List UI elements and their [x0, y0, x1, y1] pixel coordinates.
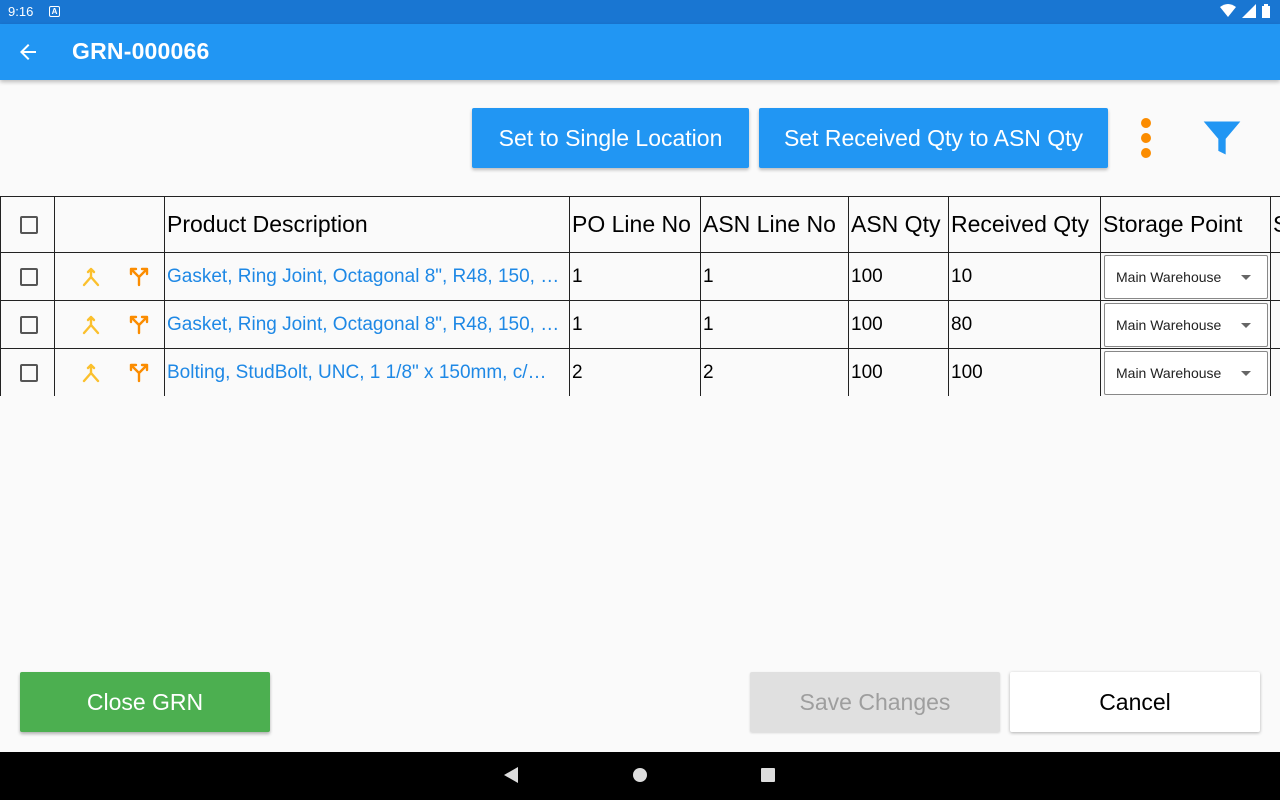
next-column-cell	[1270, 252, 1280, 301]
dropdown-arrow-icon	[1241, 370, 1251, 376]
received-qty[interactable]: 100	[948, 348, 1101, 396]
row-actions-cell	[54, 348, 165, 396]
merge-icon[interactable]	[79, 265, 103, 289]
row-checkbox[interactable]	[19, 315, 38, 334]
header-received-qty[interactable]: Received Qty	[948, 196, 1101, 253]
app-bar: GRN-000066	[0, 24, 1280, 80]
more-vert-icon[interactable]	[1132, 116, 1160, 160]
asn-line-no: 2	[700, 348, 849, 396]
page-title: GRN-000066	[72, 38, 210, 64]
close-grn-button[interactable]: Close GRN	[20, 672, 270, 732]
storage-point-dropdown[interactable]: Main Warehouse	[1104, 302, 1268, 347]
set-received-qty-button[interactable]: Set Received Qty to ASN Qty	[759, 108, 1108, 168]
table-header-row: Product Description PO Line No ASN Line …	[0, 196, 1280, 253]
dropdown-arrow-icon	[1241, 274, 1251, 280]
header-po-line-no[interactable]: PO Line No	[569, 196, 701, 253]
row-checkbox-cell	[0, 252, 55, 301]
select-all-checkbox[interactable]	[19, 215, 38, 234]
nav-home-icon[interactable]	[633, 768, 647, 782]
nav-back-icon[interactable]	[504, 767, 518, 783]
storage-point-cell: Main Warehouse	[1100, 300, 1271, 349]
received-qty[interactable]: 10	[948, 252, 1101, 301]
row-actions-cell	[54, 300, 165, 349]
asn-line-no: 1	[700, 252, 849, 301]
split-icon[interactable]	[127, 313, 151, 337]
actions-header	[54, 196, 165, 253]
storage-point-value: Main Warehouse	[1116, 364, 1222, 381]
split-icon[interactable]	[127, 265, 151, 289]
row-actions-cell	[54, 252, 165, 301]
header-next-column[interactable]: S	[1270, 196, 1280, 253]
set-single-location-button[interactable]: Set to Single Location	[472, 108, 749, 168]
header-product-description[interactable]: Product Description	[164, 196, 570, 253]
dropdown-arrow-icon	[1241, 322, 1251, 328]
row-checkbox[interactable]	[19, 267, 38, 286]
battery-icon	[1262, 4, 1270, 18]
merge-icon[interactable]	[79, 361, 103, 385]
storage-point-cell: Main Warehouse	[1100, 348, 1271, 396]
storage-point-value: Main Warehouse	[1116, 316, 1222, 333]
table-row: Bolting, StudBolt, UNC, 1 1/8" x 150mm, …	[0, 348, 1280, 396]
row-checkbox-cell	[0, 348, 55, 396]
nav-recents-icon[interactable]	[761, 768, 775, 782]
product-description-link[interactable]: Bolting, StudBolt, UNC, 1 1/8" x 150mm, …	[164, 348, 570, 396]
next-column-cell	[1270, 348, 1280, 396]
split-icon[interactable]	[127, 361, 151, 385]
row-checkbox-cell	[0, 300, 55, 349]
arrow-back-icon[interactable]	[16, 40, 40, 64]
asn-qty: 100	[848, 348, 949, 396]
product-description-link[interactable]: Gasket, Ring Joint, Octagonal 8", R48, 1…	[164, 252, 570, 301]
select-all-cell	[0, 196, 55, 253]
asn-line-no: 1	[700, 300, 849, 349]
po-line-no: 1	[569, 300, 701, 349]
po-line-no: 1	[569, 252, 701, 301]
table-row: Gasket, Ring Joint, Octagonal 8", R48, 1…	[0, 300, 1280, 349]
wifi-icon	[1220, 4, 1236, 17]
po-line-no: 2	[569, 348, 701, 396]
filter-icon[interactable]	[1200, 116, 1244, 160]
storage-point-dropdown[interactable]: Main Warehouse	[1104, 350, 1268, 395]
header-storage-point[interactable]: Storage Point	[1100, 196, 1271, 253]
next-column-cell	[1270, 300, 1280, 349]
signal-icon	[1242, 4, 1256, 18]
header-asn-qty[interactable]: ASN Qty	[848, 196, 949, 253]
save-changes-button[interactable]: Save Changes	[750, 672, 1000, 732]
asn-qty: 100	[848, 252, 949, 301]
storage-point-dropdown[interactable]: Main Warehouse	[1104, 254, 1268, 299]
header-asn-line-no[interactable]: ASN Line No	[700, 196, 849, 253]
a-badge-icon: A	[49, 6, 60, 17]
cancel-button[interactable]: Cancel	[1010, 672, 1260, 732]
system-icons	[1220, 4, 1270, 18]
received-qty[interactable]: 80	[948, 300, 1101, 349]
status-time: 9:16	[8, 4, 34, 19]
status-bar: 9:16 A	[0, 0, 1280, 24]
table-row: Gasket, Ring Joint, Octagonal 8", R48, 1…	[0, 252, 1280, 301]
product-description-link[interactable]: Gasket, Ring Joint, Octagonal 8", R48, 1…	[164, 300, 570, 349]
row-checkbox[interactable]	[19, 363, 38, 382]
asn-qty: 100	[848, 300, 949, 349]
merge-icon[interactable]	[79, 313, 103, 337]
storage-point-value: Main Warehouse	[1116, 268, 1222, 285]
storage-point-cell: Main Warehouse	[1100, 252, 1271, 301]
grn-lines-table: Product Description PO Line No ASN Line …	[0, 196, 1280, 396]
